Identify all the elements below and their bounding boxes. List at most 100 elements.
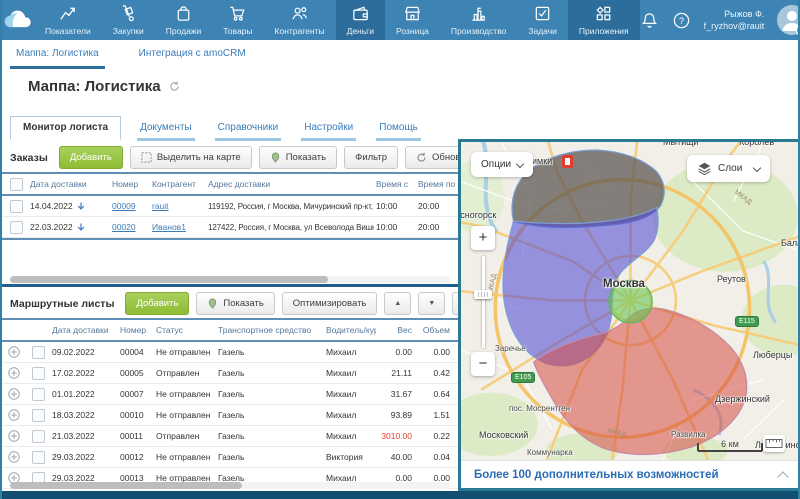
nav-item-zadachi[interactable]: Задачи bbox=[517, 0, 568, 40]
map-layers-button[interactable]: Слои bbox=[687, 155, 770, 182]
download-arrow-icon[interactable] bbox=[77, 202, 85, 211]
expand-row-icon[interactable] bbox=[8, 451, 20, 463]
ruler-button[interactable] bbox=[763, 435, 785, 452]
column-header[interactable]: Дата доставки bbox=[28, 179, 110, 189]
row-checkbox[interactable] bbox=[32, 388, 45, 401]
routes-buttons: Добавить Показать Оптимизировать ▲ ▼ Фил… bbox=[125, 292, 458, 315]
add-order-button[interactable]: Добавить bbox=[59, 146, 123, 169]
map[interactable]: ХимкиМытищиКоролёвКрасногорскБалашихаРеу… bbox=[461, 142, 800, 460]
scrollbar-thumb[interactable] bbox=[10, 276, 328, 283]
nav-item-prodazhi[interactable]: Продажи bbox=[155, 0, 213, 40]
column-header[interactable]: Водитель/курьер bbox=[324, 325, 376, 335]
column-header[interactable]: Номер bbox=[110, 179, 150, 189]
expand-row-icon[interactable] bbox=[8, 367, 20, 379]
weight: 93.89 bbox=[376, 410, 418, 420]
routes-horizontal-scrollbar[interactable] bbox=[10, 482, 450, 489]
refresh-icon[interactable] bbox=[169, 81, 180, 92]
zoom-slider[interactable] bbox=[477, 256, 489, 348]
column-header[interactable]: Контрагент bbox=[150, 179, 206, 189]
apps-icon bbox=[594, 4, 613, 23]
move-down-button[interactable]: ▼ bbox=[418, 292, 445, 315]
routes-body: 09.02.2022 00004 Не отправлен Газель Мих… bbox=[2, 342, 458, 493]
show-orders-button[interactable]: Показать bbox=[259, 146, 337, 169]
nav-item-proizvodstvo[interactable]: Производство bbox=[440, 0, 517, 40]
route-status: Отправлен bbox=[154, 431, 216, 441]
column-header[interactable]: Объем bbox=[418, 325, 456, 335]
contragent-link[interactable]: Иванов1 bbox=[152, 222, 186, 232]
tab-dokumenty[interactable]: Документы bbox=[137, 117, 195, 141]
nav-item-zakupki[interactable]: Закупки bbox=[102, 0, 155, 40]
column-header[interactable]: Транспортное средство bbox=[216, 325, 324, 335]
zoom-in-button[interactable]: + bbox=[471, 226, 495, 250]
row-checkbox[interactable] bbox=[32, 430, 45, 443]
column-header[interactable]: Номер bbox=[118, 325, 154, 335]
order-row[interactable]: 14.04.2022 00009 rauit 119192, Россия, г… bbox=[2, 196, 458, 217]
order-row[interactable]: 22.03.2022 00020 Иванов1 127422, Россия,… bbox=[2, 217, 458, 238]
nav-item-dengi[interactable]: Деньги bbox=[336, 0, 385, 40]
production-icon bbox=[469, 4, 488, 23]
route-row[interactable]: 21.03.2022 00011 Отправлен Газель Михаил… bbox=[2, 426, 458, 447]
column-header[interactable]: Время по bbox=[416, 179, 458, 189]
select-on-map-button[interactable]: Выделить на карте bbox=[130, 146, 252, 169]
tab-mappa-logistika[interactable]: Маппа: Логистика bbox=[10, 40, 105, 69]
weight: 40.00 bbox=[376, 452, 418, 462]
refresh-orders-button[interactable]: Обновить bbox=[405, 146, 458, 169]
notifications-bell-icon[interactable] bbox=[640, 11, 659, 30]
tab-spravochniki[interactable]: Справочники bbox=[215, 117, 282, 141]
nav-item-pokazateli[interactable]: Показатели bbox=[34, 0, 102, 40]
filter-orders-button[interactable]: Фильтр bbox=[344, 146, 398, 169]
row-checkbox[interactable] bbox=[10, 221, 23, 234]
column-header[interactable]: Время с bbox=[374, 179, 416, 189]
tab-pomosch[interactable]: Помощь bbox=[376, 117, 421, 141]
avatar[interactable] bbox=[777, 5, 800, 35]
tab-amocrm[interactable]: Интеграция с amoCRM bbox=[133, 40, 252, 69]
nav-items: Показатели Закупки Продажи Товары Контра… bbox=[34, 0, 640, 40]
row-checkbox[interactable] bbox=[32, 409, 45, 422]
zoom-out-button[interactable]: − bbox=[471, 352, 495, 376]
delivery-zone-center[interactable] bbox=[609, 280, 652, 323]
zoom-slider-handle[interactable] bbox=[474, 290, 492, 299]
tab-nastroyki[interactable]: Настройки bbox=[301, 117, 356, 141]
expand-row-icon[interactable] bbox=[8, 346, 20, 358]
route-row[interactable]: 18.03.2022 00010 Не отправлен Газель Мих… bbox=[2, 405, 458, 426]
row-checkbox[interactable] bbox=[32, 451, 45, 464]
move-up-button[interactable]: ▲ bbox=[384, 292, 411, 315]
moysklad-logo-icon[interactable] bbox=[2, 0, 34, 40]
tab-monitor-logista[interactable]: Монитор логиста bbox=[10, 116, 121, 141]
route-row[interactable]: 29.03.2022 00012 Не отправлен Газель Вик… bbox=[2, 447, 458, 468]
orders-horizontal-scrollbar[interactable] bbox=[10, 276, 450, 283]
chevron-up-icon[interactable] bbox=[777, 471, 788, 482]
row-checkbox[interactable] bbox=[10, 200, 23, 213]
expand-row-icon[interactable] bbox=[8, 430, 20, 442]
promo-banner[interactable]: Более 100 дополнительных возможностей bbox=[461, 460, 800, 488]
help-icon[interactable]: ? bbox=[672, 11, 691, 30]
add-route-button[interactable]: Добавить bbox=[125, 292, 189, 315]
expand-row-icon[interactable] bbox=[8, 409, 20, 421]
optimize-button[interactable]: Оптимизировать bbox=[282, 292, 378, 315]
column-header[interactable]: Вес bbox=[376, 325, 418, 335]
column-header[interactable]: Дата доставки bbox=[50, 325, 118, 335]
route-row[interactable]: 17.02.2022 00005 Отправлен Газель Михаил… bbox=[2, 363, 458, 384]
scrollbar-thumb[interactable] bbox=[10, 482, 242, 489]
nav-item-tovary[interactable]: Товары bbox=[212, 0, 263, 40]
route-row[interactable]: 01.01.2022 00007 Не отправлен Газель Мих… bbox=[2, 384, 458, 405]
select-all-checkbox[interactable] bbox=[10, 178, 23, 191]
nav-item-kontragenty[interactable]: Контрагенты bbox=[264, 0, 336, 40]
nav-item-roznitsa[interactable]: Розница bbox=[385, 0, 440, 40]
user-info[interactable]: Рыжов Ф. f_ryzhov@rauit bbox=[704, 8, 765, 32]
order-number-link[interactable]: 00009 bbox=[112, 201, 136, 211]
expand-row-icon[interactable] bbox=[8, 388, 20, 400]
show-routes-button[interactable]: Показать bbox=[196, 292, 274, 315]
column-header[interactable]: Адрес доставки bbox=[206, 179, 374, 189]
download-arrow-icon[interactable] bbox=[77, 223, 85, 232]
order-number-link[interactable]: 00020 bbox=[112, 222, 136, 232]
nav-item-prilozheniya[interactable]: Приложения bbox=[568, 0, 640, 40]
row-checkbox[interactable] bbox=[32, 367, 45, 380]
nav-item-label: Продажи bbox=[166, 26, 202, 36]
row-checkbox[interactable] bbox=[32, 346, 45, 359]
column-header[interactable]: Статус bbox=[154, 325, 216, 335]
contragent-link[interactable]: rauit bbox=[152, 201, 169, 211]
map-options-button[interactable]: Опции bbox=[471, 152, 533, 177]
route-status: Не отправлен bbox=[154, 410, 216, 420]
route-row[interactable]: 09.02.2022 00004 Не отправлен Газель Мих… bbox=[2, 342, 458, 363]
